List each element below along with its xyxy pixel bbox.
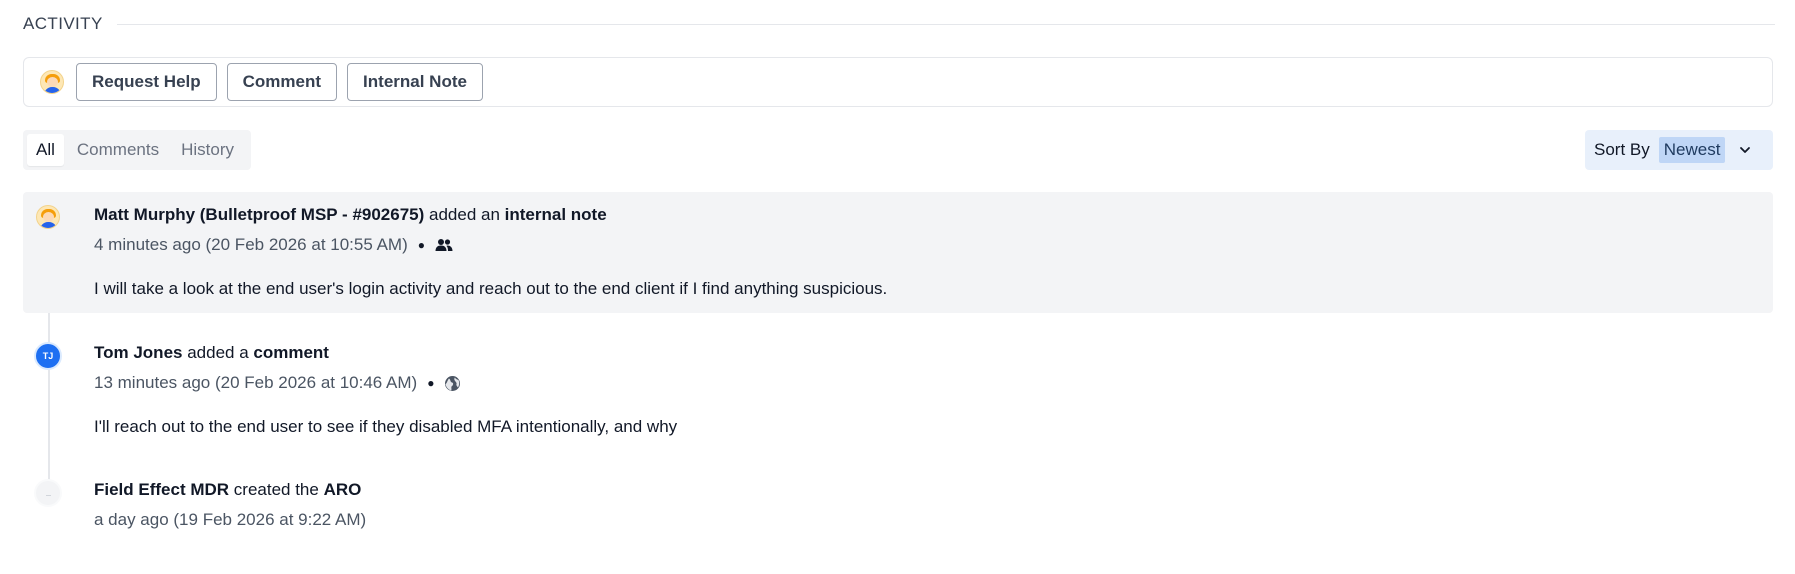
entry-action: added an [424,205,505,224]
globe-icon [445,375,461,391]
author-name: Matt Murphy (Bulletproof MSP - #902675) [94,205,425,224]
entry-text: I'll reach out to the end user to see if… [94,417,678,436]
entry-timestamp: 4 minutes ago (20 Feb 2026 at 10:55 AM) [94,235,408,254]
entry-object: comment [253,343,329,362]
sort-label: Sort By [1594,140,1650,159]
entry-text: I will take a look at the end user's log… [94,279,888,298]
entry-title: Matt Murphy (Bulletproof MSP - #902675) … [94,205,887,225]
request-help-button[interactable]: Request Help [76,63,217,101]
tab-history[interactable]: History [172,134,243,166]
entry-object: ARO [323,480,362,499]
people-icon [435,239,453,251]
internal-note-button[interactable]: Internal Note [347,63,483,101]
entry-timestamp: 13 minutes ago (20 Feb 2026 at 10:46 AM) [94,373,418,392]
divider [116,23,1775,25]
author-name: Field Effect MDR [94,480,230,499]
entry-meta: 13 minutes ago (20 Feb 2026 at 10:46 AM)… [94,373,677,393]
tab-comments[interactable]: Comments [68,134,168,166]
entry-meta: a day ago (19 Feb 2026 at 9:22 AM) [94,510,366,530]
sort-dropdown[interactable]: Sort By Newest [1585,130,1773,170]
action-bar: Request Help Comment Internal Note [23,57,1773,107]
sort-value[interactable]: Newest [1658,137,1726,163]
entry-timestamp: a day ago (19 Feb 2026 at 9:22 AM) [94,510,367,529]
comment-button[interactable]: Comment [226,63,338,101]
entry-action: added a [182,343,254,362]
filter-tabs: All Comments History [23,130,251,170]
entry-title: Tom Jones added a comment [94,343,677,363]
entry-meta: 4 minutes ago (20 Feb 2026 at 10:55 AM) … [94,235,887,255]
section-title: ACTIVITY [23,14,103,33]
author-avatar-initials: TJ [34,342,62,370]
activity-entry: Matt Murphy (Bulletproof MSP - #902675) … [23,192,1773,313]
tab-all[interactable]: All [27,134,64,166]
activity-entry: TJ Tom Jones added a comment 13 minutes … [23,330,1773,440]
entry-title: Field Effect MDR created the ARO [94,480,366,500]
activity-header: ACTIVITY [23,14,1775,34]
chevron-down-icon[interactable] [1739,144,1751,156]
separator-dot: ● [417,238,426,252]
activity-entry: Field Effect MDR created the ARO a day a… [23,468,1773,538]
separator-dot: ● [427,376,435,390]
entry-action: created the [229,480,324,499]
author-avatar [36,205,60,229]
system-avatar [34,479,62,507]
entry-object: internal note [504,205,607,224]
author-name: Tom Jones [94,343,183,362]
user-avatar [40,70,64,94]
